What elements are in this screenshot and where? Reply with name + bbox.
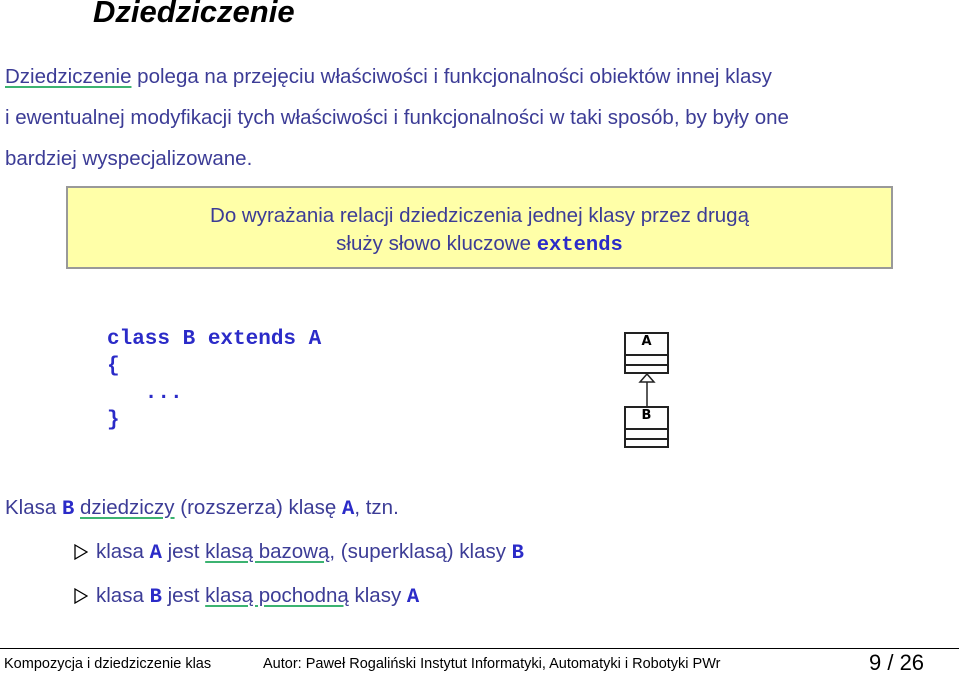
summary-prefix: Klasa — [5, 496, 62, 519]
uml-class-a-divider — [626, 354, 667, 356]
summary-class-a: A — [342, 498, 355, 521]
intro-line-3: bardziej wyspecjalizowane. — [5, 147, 253, 170]
bullet-2-class: B — [149, 586, 162, 609]
intro-line-1: Dziedziczenie polega na przejęciu właści… — [5, 56, 789, 97]
bullet-1-class-2: B — [511, 542, 524, 565]
footer-left: Kompozycja i dziedziczenie klas — [4, 656, 212, 672]
uml-class-b: B — [624, 406, 669, 448]
summary-middle: (rozszerza) klasę — [174, 496, 343, 519]
summary-suffix: , tzn. — [354, 496, 399, 519]
summary-link-dziedziczy[interactable]: dziedziczy — [80, 496, 175, 519]
bullet-1-mid: jest — [161, 540, 206, 563]
bullet-item-1: klasa A jest klasą bazową, (superklasą) … — [74, 531, 524, 574]
code-line-2: { — [107, 355, 120, 378]
arrow-bullet-icon — [74, 544, 88, 560]
footer-divider — [0, 648, 959, 649]
bullet-1-link[interactable]: klasą bazową — [205, 540, 329, 563]
note-line-1: Do wyrażania relacji dziedziczenia jedne… — [210, 204, 749, 227]
bullet-1-post: , (superklasą) klasy — [329, 540, 512, 563]
uml-class-b-divider-2 — [626, 438, 667, 440]
bullet-2-class-2: A — [406, 586, 420, 609]
summary-class-b: B — [61, 498, 75, 521]
footer-center: Autor: Paweł Rogaliński Instytut Informa… — [263, 656, 721, 672]
page-number: 9 / 26 — [869, 650, 925, 675]
bullet-item-2: klasa B jest klasą pochodną klasy A — [74, 575, 419, 618]
bullet-2-pre: klasa — [96, 584, 150, 607]
intro-link-dziedziczenie[interactable]: Dziedziczenie — [5, 65, 131, 88]
bullet-2-link[interactable]: klasą pochodną — [205, 584, 349, 607]
code-line-4: } — [107, 409, 120, 432]
note-line-2: służy słowo kluczowe extends — [68, 230, 891, 260]
code-line-1: class B extends A — [107, 328, 322, 351]
bullet-1-class: A — [149, 542, 162, 565]
uml-inheritance-arrow — [638, 372, 656, 408]
uml-class-b-name: B — [641, 408, 652, 423]
bullet-2-post: klasy — [348, 584, 407, 607]
intro-line-1-text: polega na przejęciu właściwości i funkcj… — [131, 65, 772, 88]
uml-class-a-name: A — [641, 334, 652, 349]
note-line-2-text: służy słowo kluczowe — [336, 232, 537, 255]
note-box: Do wyrażania relacji dziedziczenia jedne… — [66, 186, 893, 269]
note-keyword: extends — [536, 234, 623, 257]
code-block: class B extends A { ...} — [107, 326, 321, 434]
page-title: Dziedziczenie — [93, 0, 295, 29]
bullet-1-pre: klasa — [96, 540, 150, 563]
bullet-2-mid: jest — [161, 584, 206, 607]
uml-class-a-divider-2 — [626, 364, 667, 366]
intro-paragraph: Dziedziczenie polega na przejęciu właści… — [5, 56, 789, 179]
intro-line-2: i ewentualnej modyfikacji tych właściwoś… — [5, 106, 789, 129]
arrow-bullet-icon — [74, 588, 88, 604]
summary-line: Klasa B dziedziczy (rozszerza) klasę A, … — [5, 487, 399, 530]
uml-class-b-divider — [626, 428, 667, 430]
code-line-3: ... — [107, 382, 183, 405]
uml-class-a: A — [624, 332, 669, 374]
